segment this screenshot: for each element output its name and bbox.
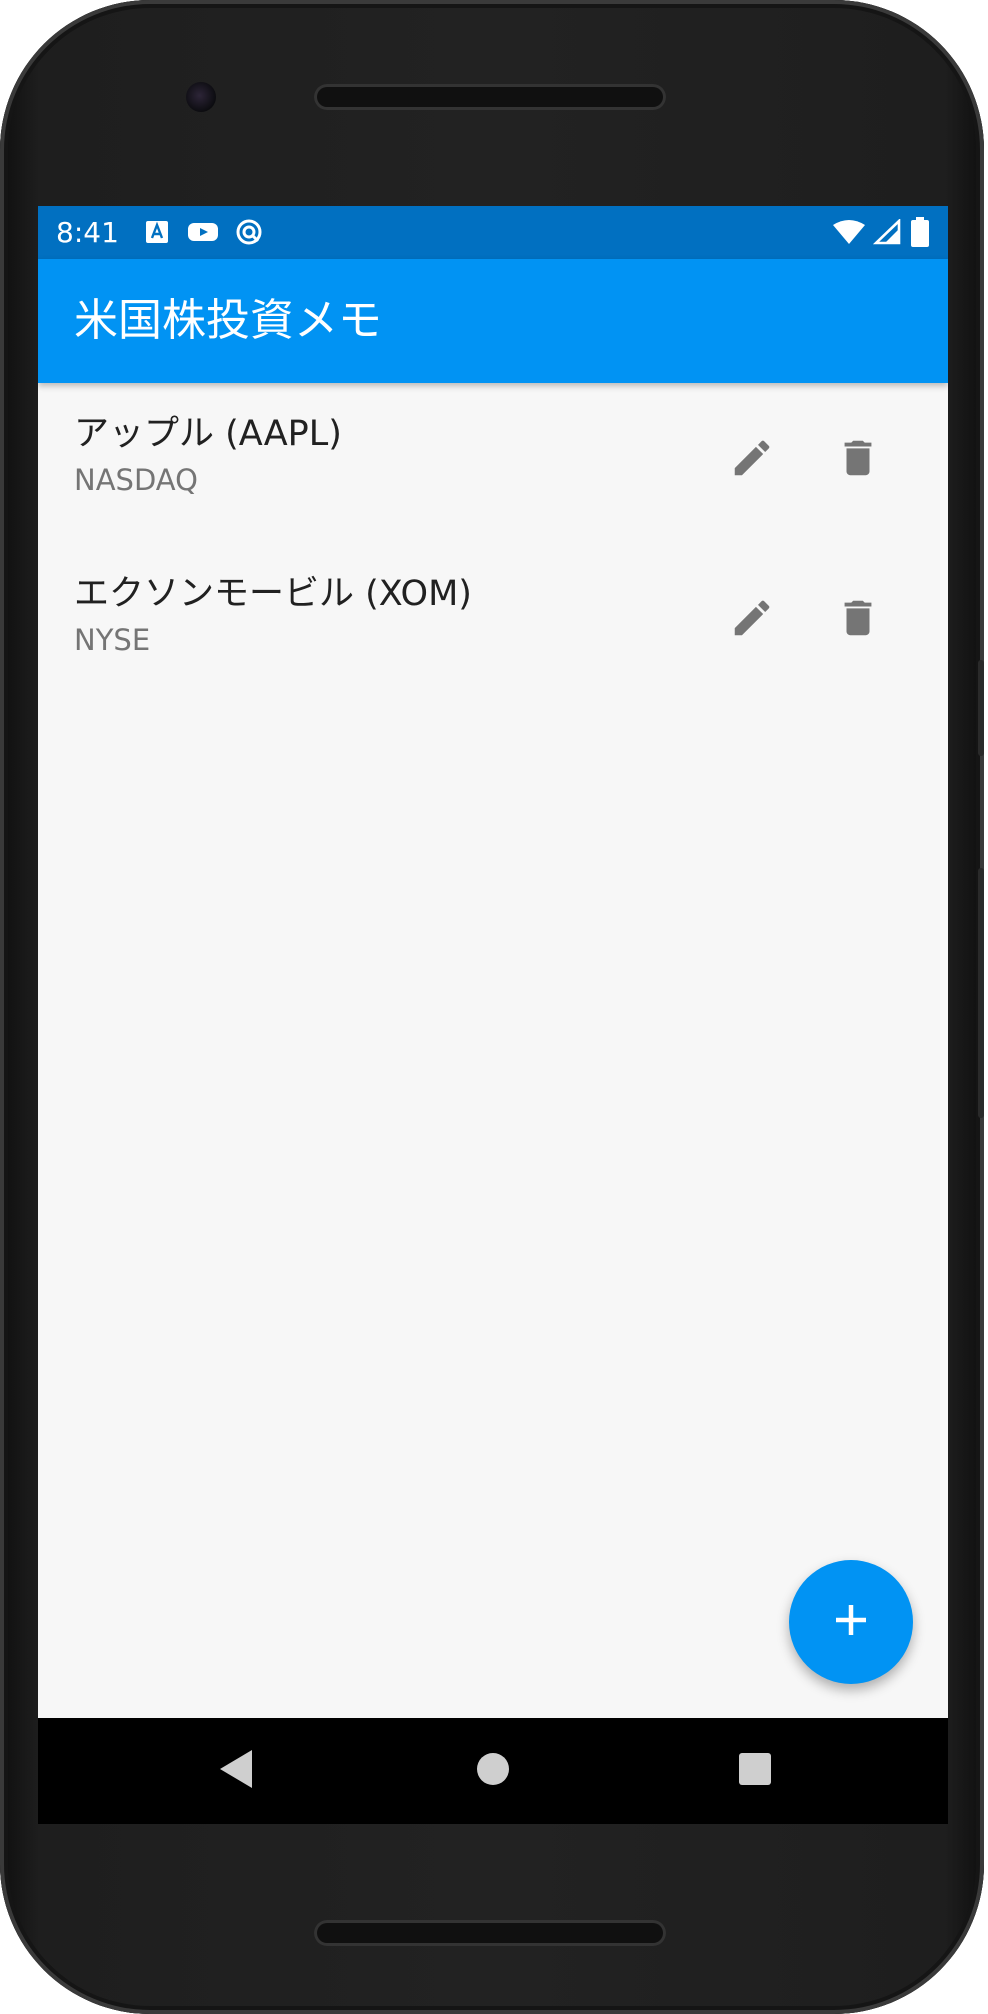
phone-frame: 8:41 米国株投資メモ アップル (AAPL) NASDAQ エクソンモービル…	[0, 0, 984, 2014]
delete-button[interactable]	[822, 424, 894, 496]
battery-icon	[910, 217, 930, 247]
list-item[interactable]: アップル (AAPL) NASDAQ	[38, 382, 948, 542]
wifi-icon	[832, 217, 866, 247]
stock-exchange: NASDAQ	[74, 463, 198, 497]
recents-button[interactable]	[725, 1741, 785, 1801]
power-button	[978, 660, 984, 756]
font-icon	[144, 217, 170, 247]
stock-name: エクソンモービル (XOM)	[74, 574, 472, 614]
status-bar: 8:41	[38, 206, 948, 259]
app-bar: 米国株投資メモ	[38, 259, 948, 383]
bottom-speaker	[314, 1920, 666, 1946]
back-button[interactable]	[206, 1741, 266, 1801]
delete-button[interactable]	[822, 584, 894, 656]
status-time: 8:41	[56, 216, 119, 249]
volume-button	[978, 868, 984, 1118]
edit-button[interactable]	[716, 424, 788, 496]
plus-icon	[831, 1600, 871, 1644]
stock-name: アップル (AAPL)	[74, 414, 342, 454]
stock-exchange: NYSE	[74, 623, 151, 657]
home-icon	[475, 1751, 511, 1791]
screen: 8:41 米国株投資メモ アップル (AAPL) NASDAQ エクソンモービル…	[38, 206, 948, 1824]
home-button[interactable]	[463, 1741, 523, 1801]
back-icon	[216, 1747, 256, 1795]
trash-icon	[835, 595, 881, 645]
pencil-icon	[729, 435, 775, 485]
sync-icon	[234, 217, 264, 247]
navigation-bar	[38, 1718, 948, 1824]
signal-icon	[872, 217, 902, 247]
app-title: 米国株投資メモ	[74, 295, 382, 346]
earpiece-speaker	[314, 84, 666, 110]
trash-icon	[835, 435, 881, 485]
edit-button[interactable]	[716, 584, 788, 656]
pencil-icon	[729, 595, 775, 645]
youtube-icon	[186, 217, 220, 247]
recents-icon	[737, 1751, 773, 1791]
list-item[interactable]: エクソンモービル (XOM) NYSE	[38, 542, 948, 702]
front-camera	[186, 82, 216, 112]
add-stock-button[interactable]	[789, 1560, 913, 1684]
